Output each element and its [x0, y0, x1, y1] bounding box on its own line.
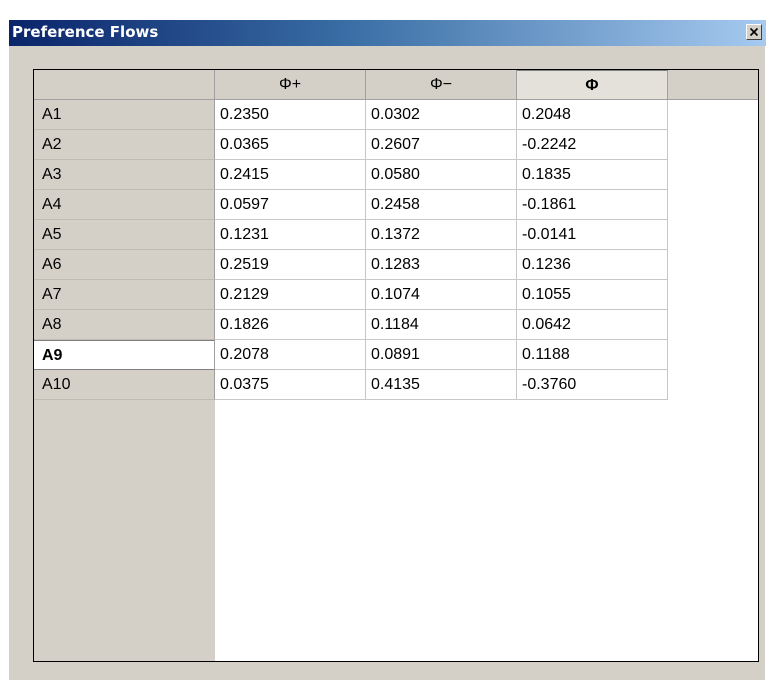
column-header-phi-net[interactable]: Φ: [517, 70, 668, 100]
table-cell-phi-plus[interactable]: 0.2078: [215, 340, 366, 370]
table-cell-phi-minus[interactable]: 0.0580: [366, 160, 517, 190]
table-cell-phi-minus[interactable]: 0.1372: [366, 220, 517, 250]
row-header-a5[interactable]: A5: [34, 220, 215, 250]
table-cell-phi-net[interactable]: 0.1835: [517, 160, 668, 190]
row-header-a10[interactable]: A10: [34, 370, 215, 400]
table-cell-phi-net[interactable]: 0.0642: [517, 310, 668, 340]
table-cell-phi-net[interactable]: 0.1188: [517, 340, 668, 370]
table-cell-phi-net[interactable]: -0.1861: [517, 190, 668, 220]
table-cell-phi-plus[interactable]: 0.2129: [215, 280, 366, 310]
table-cell-phi-plus[interactable]: 0.1231: [215, 220, 366, 250]
table-cell-phi-minus[interactable]: 0.0891: [366, 340, 517, 370]
table-cell-phi-plus[interactable]: 0.2415: [215, 160, 366, 190]
table-cell-phi-plus[interactable]: 0.0365: [215, 130, 366, 160]
table-cell-phi-plus[interactable]: 0.1826: [215, 310, 366, 340]
row-header-a4[interactable]: A4: [34, 190, 215, 220]
table-cell-phi-plus[interactable]: 0.0597: [215, 190, 366, 220]
table-cell-phi-plus[interactable]: 0.2519: [215, 250, 366, 280]
table-cell-phi-minus[interactable]: 0.2458: [366, 190, 517, 220]
table-cell-phi-minus[interactable]: 0.1074: [366, 280, 517, 310]
row-header-a8[interactable]: A8: [34, 310, 215, 340]
window-title: Preference Flows: [12, 23, 159, 41]
row-header-a7[interactable]: A7: [34, 280, 215, 310]
table-cell-phi-minus[interactable]: 0.1283: [366, 250, 517, 280]
close-button[interactable]: [746, 24, 762, 40]
table-cell-phi-net[interactable]: -0.3760: [517, 370, 668, 400]
table-cell-phi-minus[interactable]: 0.2607: [366, 130, 517, 160]
row-header-a9[interactable]: A9: [34, 340, 215, 370]
table-cell-phi-net[interactable]: -0.2242: [517, 130, 668, 160]
table-cell-phi-plus[interactable]: 0.0375: [215, 370, 366, 400]
table-cell-phi-minus[interactable]: 0.0302: [366, 100, 517, 130]
row-header-a1[interactable]: A1: [34, 100, 215, 130]
column-header-phi-plus[interactable]: Φ+: [215, 70, 366, 100]
table-cell-phi-net[interactable]: -0.0141: [517, 220, 668, 250]
title-bar[interactable]: Preference Flows: [9, 20, 766, 46]
table-cell-phi-minus[interactable]: 0.4135: [366, 370, 517, 400]
table-cell-phi-net[interactable]: 0.1055: [517, 280, 668, 310]
table-cell-phi-net[interactable]: 0.2048: [517, 100, 668, 130]
preference-flows-window: Preference Flows Φ+ Φ− Φ A1 0.2350 0.0302 0.20…: [8, 20, 766, 680]
table-cell-phi-plus[interactable]: 0.2350: [215, 100, 366, 130]
row-header-a3[interactable]: A3: [34, 160, 215, 190]
table-cell-phi-net[interactable]: 0.1236: [517, 250, 668, 280]
row-header-a2[interactable]: A2: [34, 130, 215, 160]
close-icon: [749, 27, 759, 37]
preference-flows-table[interactable]: Φ+ Φ− Φ A1 0.2350 0.0302 0.2048 A2 0.0365 0.2607-…: [33, 69, 759, 662]
corner-header: [34, 70, 215, 100]
column-header-phi-minus[interactable]: Φ−: [366, 70, 517, 100]
table-cell-phi-minus[interactable]: 0.1184: [366, 310, 517, 340]
row-header-a6[interactable]: A6: [34, 250, 215, 280]
header-filler: [667, 70, 758, 100]
